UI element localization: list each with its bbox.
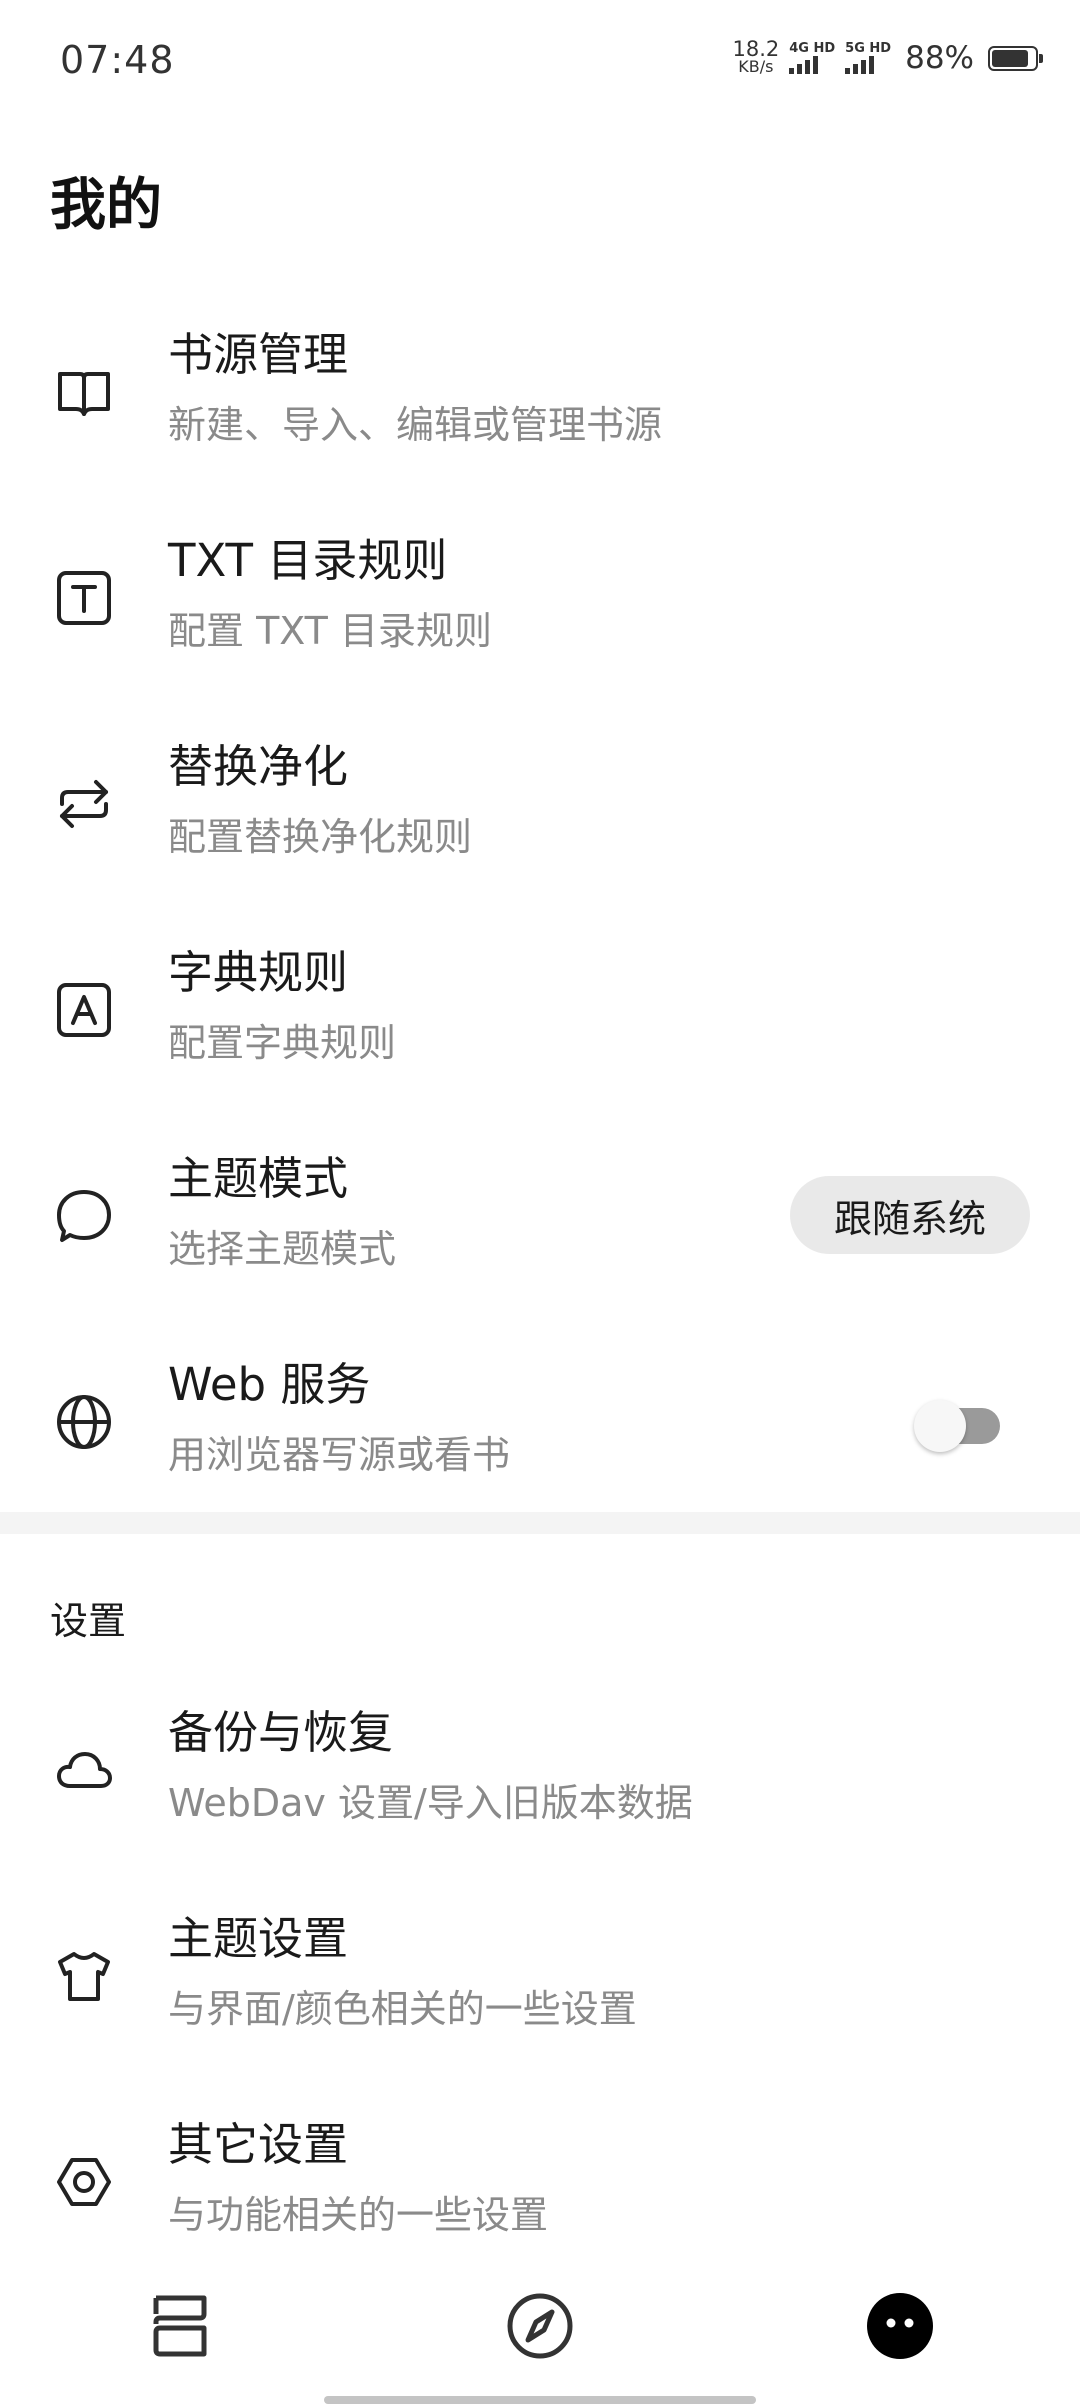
- bottom-navigation: [0, 2290, 1080, 2380]
- home-indicator[interactable]: [324, 2396, 756, 2404]
- menu-item-subtitle: 与界面/颜色相关的一些设置: [168, 1987, 637, 2031]
- face-icon: [867, 2293, 933, 2359]
- status-time: 07:48: [60, 38, 175, 82]
- theme-mode-select-button[interactable]: 跟随系统: [790, 1176, 1030, 1254]
- menu-item-title: TXT 目录规则: [168, 534, 448, 587]
- globe-icon: [54, 1392, 114, 1452]
- menu-item-title: 其它设置: [168, 2118, 349, 2171]
- menu-item-title: 备份与恢复: [168, 1706, 394, 1759]
- settings-section-label: 设置: [50, 1599, 127, 1643]
- menu-item-subtitle: WebDav 设置/导入旧版本数据: [168, 1781, 693, 1825]
- tshirt-icon: [54, 1946, 114, 2006]
- page-title: 我的: [50, 173, 162, 238]
- menu-item-subtitle: 新建、导入、编辑或管理书源: [168, 403, 663, 447]
- sim2-label: 5G HD: [845, 41, 892, 56]
- battery-icon: [988, 45, 1043, 71]
- menu-item-subtitle: 与功能相关的一些设置: [168, 2193, 549, 2237]
- menu-item-title: 主题设置: [168, 1912, 349, 1965]
- chat-bubble-icon: [54, 1186, 114, 1246]
- book-icon: [54, 362, 114, 422]
- menu-item-theme-settings[interactable]: 主题设置 与界面/颜色相关的一些设置: [0, 1874, 1080, 2080]
- menu-item-other-settings[interactable]: 其它设置 与功能相关的一些设置: [0, 2080, 1080, 2286]
- menu-item-title: 主题模式: [168, 1152, 349, 1205]
- menu-item-subtitle: 用浏览器写源或看书: [168, 1433, 511, 1477]
- nav-bookshelf-button[interactable]: [144, 2290, 216, 2362]
- nav-my-button[interactable]: [864, 2290, 936, 2362]
- menu-item-subtitle: 配置替换净化规则: [168, 815, 473, 859]
- sim1-label: 4G HD: [789, 41, 836, 56]
- menu-item-dictionary-rules[interactable]: 字典规则 配置字典规则: [0, 908, 1080, 1114]
- swap-arrows-icon: [54, 774, 114, 834]
- menu-item-title: 替换净化: [168, 740, 349, 793]
- sim1-signal-icon: 4G HD: [789, 42, 835, 74]
- status-indicators: 18.2 KB/s 4G HD 5G HD 88%: [732, 37, 1043, 76]
- text-box-icon: [54, 568, 114, 628]
- menu-item-title: 书源管理: [168, 328, 349, 381]
- network-speed-value: 18.2: [732, 37, 780, 61]
- nav-explore-button[interactable]: [504, 2290, 576, 2362]
- menu-item-title: Web 服务: [168, 1358, 371, 1411]
- cloud-icon: [54, 1740, 114, 1800]
- web-service-toggle[interactable]: [914, 1398, 1000, 1452]
- hex-nut-icon: [54, 2152, 114, 2212]
- bookshelf-icon: [153, 2295, 207, 2357]
- network-speed: 18.2 KB/s: [732, 37, 780, 76]
- menu-item-web-service[interactable]: Web 服务 用浏览器写源或看书: [0, 1320, 1080, 1526]
- letter-box-icon: [54, 980, 114, 1040]
- network-speed-unit: KB/s: [738, 57, 774, 76]
- menu-item-theme-mode[interactable]: 主题模式 选择主题模式 跟随系统: [0, 1114, 1080, 1320]
- section-divider: [0, 1512, 1080, 1534]
- sim2-signal-icon: 5G HD: [845, 42, 891, 74]
- menu-item-subtitle: 配置 TXT 目录规则: [168, 609, 492, 653]
- menu-item-txt-toc-rules[interactable]: TXT 目录规则 配置 TXT 目录规则: [0, 496, 1080, 702]
- menu-item-title: 字典规则: [168, 946, 349, 999]
- menu-item-book-source[interactable]: 书源管理 新建、导入、编辑或管理书源: [0, 290, 1080, 496]
- status-bar: 07:48 18.2 KB/s 4G HD 5G HD 88%: [0, 0, 1080, 126]
- menu-item-subtitle: 选择主题模式: [168, 1227, 397, 1271]
- compass-icon: [507, 2293, 573, 2359]
- menu-item-subtitle: 配置字典规则: [168, 1021, 397, 1065]
- menu-item-backup-restore[interactable]: 备份与恢复 WebDav 设置/导入旧版本数据: [0, 1668, 1080, 1874]
- menu-item-replace-rules[interactable]: 替换净化 配置替换净化规则: [0, 702, 1080, 908]
- battery-percent: 88%: [905, 40, 974, 76]
